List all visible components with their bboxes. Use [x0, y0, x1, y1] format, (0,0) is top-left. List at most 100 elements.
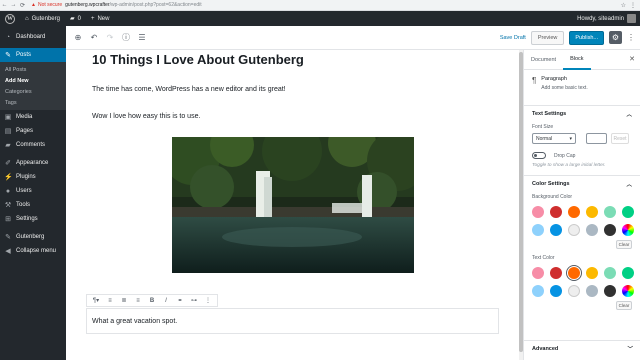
sidebar-item-pages[interactable]: ▤ Pages — [0, 124, 66, 138]
drop-cap-toggle[interactable] — [532, 152, 546, 159]
text-color-swatch[interactable] — [532, 267, 544, 279]
submenu-categories[interactable]: Categories — [0, 86, 66, 97]
font-size-select[interactable]: Normal ▾ — [532, 133, 576, 144]
address-bar[interactable]: gutenberg.wpcrafter/wp-admin/post.php?po… — [65, 2, 202, 8]
font-size-number-input[interactable] — [586, 133, 607, 144]
sidebar-item-media[interactable]: ▣ Media — [0, 110, 66, 124]
save-draft-button[interactable]: Save Draft — [500, 35, 526, 41]
tab-block[interactable]: Block — [563, 50, 591, 70]
post-title[interactable]: 10 Things I Love About Gutenberg — [92, 52, 304, 67]
drop-cap-label: Drop Cap — [554, 152, 576, 159]
bold-icon[interactable]: B — [146, 298, 158, 304]
background-color-swatch[interactable] — [532, 206, 544, 218]
settings-gear-icon[interactable]: ⚙ — [609, 31, 622, 44]
background-color-swatch[interactable] — [604, 206, 616, 218]
forward-arrow-icon[interactable]: → — [9, 2, 18, 8]
sidebar-item-settings[interactable]: ⊞ Settings — [0, 212, 66, 226]
selected-paragraph-block[interactable]: What a great vacation spot. — [86, 308, 499, 334]
strikethrough-icon[interactable]: ⊶ — [188, 297, 200, 304]
sidebar-item-appearance[interactable]: ✐ Appearance — [0, 156, 66, 170]
account-menu[interactable]: Howdy, siteadmin — [577, 14, 640, 23]
background-color-swatch[interactable] — [532, 224, 544, 236]
paragraph-block[interactable]: Wow I love how easy this is to use. — [92, 113, 200, 120]
italic-icon[interactable]: I — [160, 298, 172, 304]
security-indicator[interactable]: ▲ Not secure — [31, 2, 62, 8]
background-color-swatch[interactable] — [550, 224, 562, 236]
redo-icon[interactable]: ↷ — [103, 31, 117, 45]
text-color-swatch[interactable] — [622, 285, 634, 297]
align-center-icon[interactable]: ≣ — [118, 297, 130, 304]
comments-count: 0 — [77, 15, 81, 22]
clear-background-button[interactable]: Clear — [616, 240, 632, 249]
chevron-up-icon: ︿ — [626, 112, 632, 118]
text-settings-toggle[interactable]: Text Settings ︿ — [532, 106, 632, 122]
sidebar-item-posts[interactable]: ✎ Posts — [0, 48, 66, 62]
block-more-icon[interactable]: ⋮ — [202, 297, 214, 304]
undo-icon[interactable]: ↶ — [87, 31, 101, 45]
text-color-swatch[interactable] — [550, 285, 562, 297]
advanced-toggle[interactable]: Advanced ﹀ — [524, 340, 640, 356]
text-color-label: Text Color — [532, 255, 555, 261]
submenu-all-posts[interactable]: All Posts — [0, 64, 66, 75]
admin-bar: W ⌂ Gutenberg ▰ 0 + New Howdy, siteadmin — [0, 11, 640, 26]
paragraph-block[interactable]: The time has come, WordPress has a new e… — [92, 86, 286, 93]
star-icon[interactable]: ☆ — [621, 2, 626, 9]
preview-button[interactable]: Preview — [530, 30, 565, 45]
color-settings-toggle[interactable]: Color Settings ︿ — [532, 176, 632, 192]
dashboard-icon: ◔ — [5, 33, 11, 41]
wp-logo-button[interactable]: W — [0, 13, 20, 24]
background-color-swatch[interactable] — [550, 206, 562, 218]
clear-text-color-button[interactable]: Clear — [616, 301, 632, 310]
sidebar-item-dashboard[interactable]: ◔ Dashboard — [0, 30, 66, 44]
sidebar-item-users[interactable]: ● Users — [0, 184, 66, 198]
back-arrow-icon[interactable]: ← — [0, 2, 9, 8]
text-color-swatch[interactable] — [532, 285, 544, 297]
text-color-swatch[interactable] — [568, 267, 580, 279]
block-navigation-icon[interactable]: ☰ — [135, 31, 149, 45]
publish-button[interactable]: Publish... — [569, 30, 604, 45]
submenu-tags[interactable]: Tags — [0, 97, 66, 108]
waterfall-image[interactable] — [172, 137, 414, 273]
link-icon[interactable]: ⚭ — [174, 297, 186, 304]
new-content-link[interactable]: + New — [86, 16, 115, 22]
text-color-swatch[interactable] — [568, 285, 580, 297]
tab-document[interactable]: Document — [524, 50, 563, 70]
wordpress-logo-icon: W — [5, 13, 15, 24]
browser-menu-icon[interactable]: ⋮ — [630, 2, 636, 9]
warning-icon: ▲ — [31, 2, 36, 8]
text-color-swatch[interactable] — [586, 285, 598, 297]
close-icon[interactable]: ✕ — [629, 55, 635, 63]
text-color-swatch[interactable] — [622, 267, 634, 279]
reset-button[interactable]: Reset — [611, 133, 629, 144]
align-left-icon[interactable]: ≡ — [104, 298, 116, 304]
sidebar-item-collapse[interactable]: ◀ Collapse menu — [0, 244, 66, 258]
paragraph-transform-icon[interactable]: ¶▾ — [90, 297, 102, 304]
comments-link[interactable]: ▰ 0 — [65, 15, 86, 23]
block-description: Add some basic text. — [541, 85, 588, 91]
security-label: Not secure — [37, 2, 63, 8]
more-options-icon[interactable]: ⋮ — [627, 33, 635, 42]
text-color-swatch[interactable] — [604, 267, 616, 279]
text-color-swatch[interactable] — [604, 285, 616, 297]
background-color-swatch[interactable] — [622, 206, 634, 218]
submenu-add-new[interactable]: Add New — [0, 75, 66, 86]
background-color-swatch[interactable] — [586, 224, 598, 236]
background-color-swatch[interactable] — [568, 206, 580, 218]
background-color-swatch[interactable] — [604, 224, 616, 236]
text-color-swatch[interactable] — [586, 267, 598, 279]
sidebar-item-label: Appearance — [16, 160, 49, 166]
background-color-swatch[interactable] — [568, 224, 580, 236]
background-color-swatch[interactable] — [586, 206, 598, 218]
site-name-link[interactable]: ⌂ Gutenberg — [20, 16, 65, 22]
sidebar-item-tools[interactable]: ⚒ Tools — [0, 198, 66, 212]
sidebar-item-gutenberg[interactable]: ✎ Gutenberg — [0, 230, 66, 244]
reload-icon[interactable]: ⟳ — [18, 2, 27, 9]
sidebar-item-comments[interactable]: ▰ Comments — [0, 138, 66, 152]
media-icon: ▣ — [4, 114, 12, 121]
add-block-icon[interactable]: ⊕ — [71, 31, 85, 45]
text-color-swatch[interactable] — [550, 267, 562, 279]
background-color-swatch[interactable] — [622, 224, 634, 236]
sidebar-item-plugins[interactable]: ⚡ Plugins — [0, 170, 66, 184]
align-right-icon[interactable]: ≡ — [132, 298, 144, 304]
info-icon[interactable]: ⓘ — [119, 31, 133, 45]
